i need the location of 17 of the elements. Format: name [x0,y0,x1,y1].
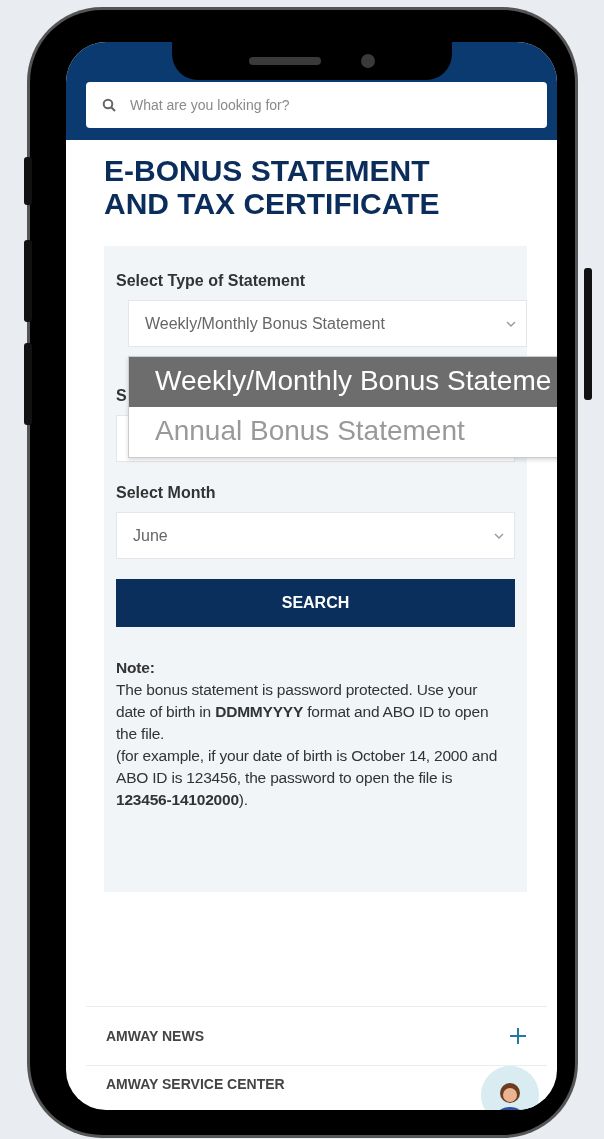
search-field[interactable]: What are you looking for? [86,82,547,128]
plus-icon [509,1027,527,1045]
statement-type-select[interactable]: Weekly/Monthly Bonus Statement [128,300,527,347]
note-heading: Note: [116,658,156,678]
field-label: S [116,387,128,405]
field-label: Select Month [116,484,217,502]
chevron-down-icon [506,320,516,327]
search-button[interactable]: SEARCH [116,579,515,627]
note-text: (for example, if your date of birth is October 14, 2000 and ABO ID is 123456, the password to open the file is 123456-14102000). [116,746,499,810]
chevron-down-icon [494,532,504,539]
chat-assistant-icon[interactable] [481,1066,539,1110]
page-title: E-BONUS STATEMENT AND TAX CERTIFICATE [104,154,441,220]
dropdown-option[interactable]: Weekly/Monthly Bonus Stateme [129,357,557,407]
footer-accordion[interactable]: AMWAY NEWS [86,1006,547,1065]
note-text: The bonus statement is password protected. Use your date of birth in DDMMYYYY format and ABO ID to open the file. [116,680,490,744]
month-select[interactable]: June [116,512,515,559]
field-label: Select Type of Statement [116,272,307,290]
